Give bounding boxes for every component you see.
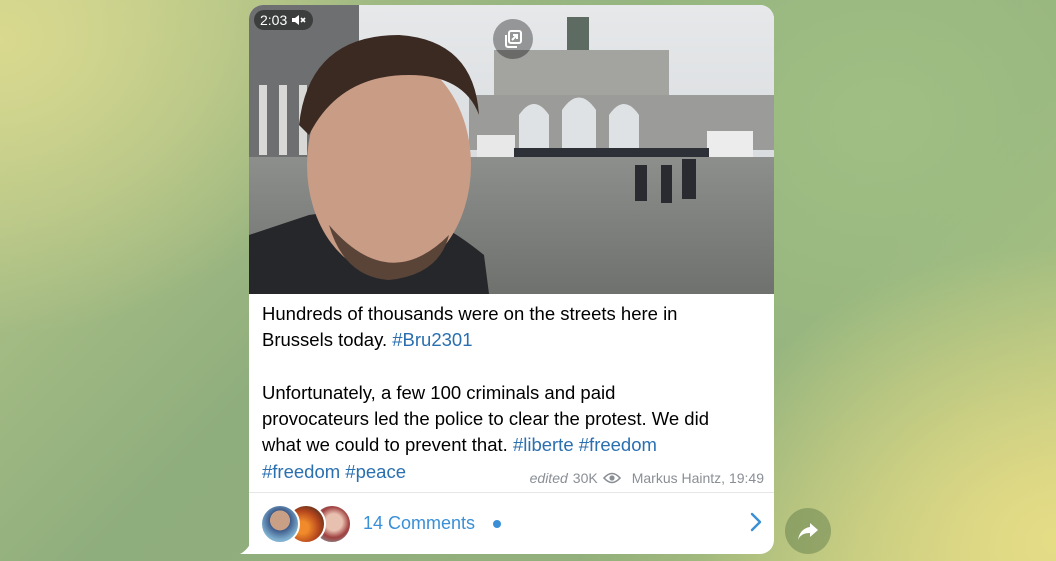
duration-badge: 2:03: [254, 10, 314, 30]
hashtag-link[interactable]: #peace: [345, 461, 406, 482]
unread-dot: [493, 519, 502, 528]
video-player[interactable]: 2:03: [249, 5, 774, 294]
share-button[interactable]: [785, 508, 831, 554]
speaker-muted-icon[interactable]: [291, 14, 307, 26]
message-meta: edited 30K Markus Haintz, 19:49: [530, 470, 764, 486]
text-line: Hundreds of thousands were on the street…: [262, 303, 678, 324]
hashtag-link[interactable]: #freedom: [579, 434, 657, 455]
picture-in-picture-icon: [505, 30, 522, 48]
hashtag-link[interactable]: #freedom: [262, 461, 340, 482]
text-line: Brussels today.: [262, 329, 393, 351]
comments-label[interactable]: 14 Comments: [363, 513, 475, 534]
text-line: what we could to prevent that.: [262, 434, 513, 456]
message-text: Hundreds of thousands were on the street…: [262, 301, 762, 485]
hashtag-link[interactable]: #Bru2301: [392, 329, 472, 350]
share-arrow-icon: [798, 523, 818, 540]
author-time: Markus Haintz, 19:49: [631, 470, 764, 486]
commenter-avatars: [260, 503, 355, 544]
text-line: Unfortunately, a few 100 criminals and p…: [262, 381, 616, 403]
edited-label: edited: [529, 470, 568, 486]
chevron-right-icon[interactable]: [750, 512, 762, 532]
eye-icon: [602, 472, 621, 484]
comments-bar[interactable]: 14 Comments: [249, 493, 774, 554]
duration-label: 2:03: [260, 12, 288, 28]
picture-in-picture-button[interactable]: [493, 19, 533, 59]
hashtag-link[interactable]: #liberte: [513, 434, 574, 455]
message-bubble: 2:03 Hundreds of thousands were on the s…: [240, 5, 774, 554]
view-count: 30K: [572, 470, 598, 486]
avatar: [260, 503, 300, 544]
text-line: provocateurs led the police to clear the…: [262, 408, 709, 430]
